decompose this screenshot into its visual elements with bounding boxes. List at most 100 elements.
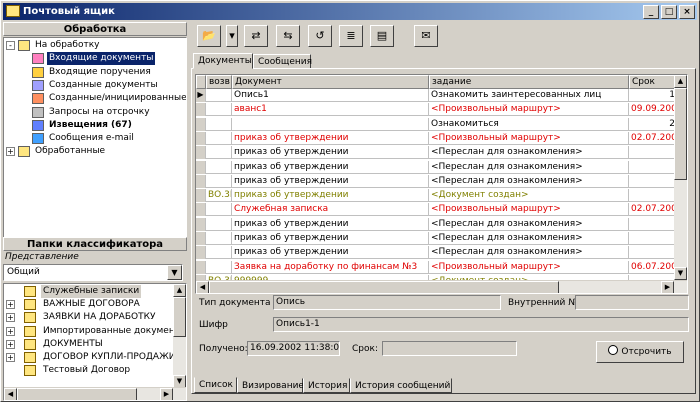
scroll-down-icon[interactable]: ▼ (674, 267, 687, 280)
row-indicator (196, 217, 206, 231)
return-cell (206, 174, 232, 188)
table-row[interactable]: ВО.3Еприказ об утверждении<Документ созд… (196, 189, 677, 203)
term-cell (629, 174, 677, 188)
expander-icon[interactable]: + (6, 326, 15, 336)
tree-item-label: На обработку (35, 40, 100, 50)
column-header[interactable]: Срок (629, 75, 677, 89)
tab-list[interactable]: Список (194, 377, 237, 393)
folder-label: ДОГОВОР КУПЛИ-ПРОДАЖИ (43, 352, 176, 362)
column-header[interactable]: задание (429, 75, 629, 89)
tab-approval[interactable]: Визирование (237, 378, 304, 393)
folder-item[interactable]: + Импортированные документы (4, 325, 186, 338)
expander-icon[interactable]: + (6, 353, 15, 362)
refresh-button[interactable]: ↺ (308, 25, 332, 47)
tree-item[interactable]: Созданные/инициированные (4, 92, 186, 105)
tree-item[interactable]: Извещения (67) (4, 119, 174, 132)
minimize-button[interactable]: _ (643, 5, 659, 19)
scroll-thumb[interactable] (17, 388, 137, 400)
folder-icon (24, 286, 36, 297)
term-label: Срок: (352, 344, 378, 354)
table-row[interactable]: Заявка на доработку по финансам №3 <Произ… (196, 260, 677, 274)
scroll-right-icon[interactable]: ▶ (661, 281, 674, 293)
documents-grid[interactable]: возв Документ задание Срок ▶ Опись1 Ознакомить… (195, 74, 688, 294)
expander-icon[interactable]: + (6, 339, 15, 349)
table-row[interactable]: приказ об утверждении <Переслан для ознак… (196, 217, 677, 231)
tree-item[interactable]: Созданные документы (4, 79, 174, 92)
tree-item[interactable]: Сообщения e-mail (4, 132, 174, 145)
document-cell: приказ об утверждении (232, 232, 429, 245)
tree-item-label: Входящие поручения (49, 66, 151, 77)
scroll-thumb[interactable] (209, 281, 559, 293)
folder-icon (24, 338, 36, 350)
tree-item[interactable]: Входящие поручения (4, 66, 174, 79)
vertical-scrollbar[interactable]: ▲ ▼ (173, 284, 186, 388)
expander-icon[interactable]: + (6, 147, 15, 157)
folder-item[interactable]: + ДОКУМЕНТЫ (4, 338, 172, 351)
tree-item[interactable]: Входящие документы (4, 51, 174, 67)
expander-icon[interactable]: + (6, 300, 15, 310)
table-row[interactable]: приказ об утверждении <Произвольный маршр… (196, 131, 677, 145)
close-button[interactable]: × (679, 5, 695, 19)
table-row[interactable]: приказ об утверждении <Переслан для ознак… (196, 246, 677, 260)
return-cell (206, 117, 232, 131)
column-header[interactable]: Документ (232, 75, 429, 89)
folder-item[interactable]: + ВАЖНЫЕ ДОГОВОРА (4, 298, 172, 311)
folder-item[interactable]: + ДОГОВОР КУПЛИ-ПРОДАЖИ (4, 351, 176, 364)
reply-button[interactable]: ⇆ (276, 25, 300, 47)
tree-item[interactable]: + Обработанные (4, 145, 174, 158)
table-row[interactable]: приказ об утверждении <Переслан для ознак… (196, 232, 677, 245)
row-indicator (196, 117, 206, 131)
maximize-button[interactable]: □ (661, 5, 677, 19)
view-select[interactable]: Общий ▼ (3, 264, 183, 281)
title-bar[interactable]: Почтовый ящик _ □ × (3, 3, 697, 20)
tab-messages[interactable]: Сообщения (253, 54, 312, 69)
scroll-thumb[interactable] (674, 88, 687, 180)
folder-item[interactable]: + ЗАЯВКИ НА ДОРАБОТКУ (4, 311, 172, 324)
table-row[interactable]: Ознакомиться 2 (196, 117, 677, 131)
return-cell (206, 146, 232, 160)
tab-message-history[interactable]: История сообщений (350, 378, 452, 393)
scroll-left-icon[interactable]: ◀ (196, 281, 209, 293)
stack-button[interactable]: ≣ (339, 25, 363, 47)
document-cell: аванс1 (232, 103, 429, 117)
classifier-header: Папки классификатора (3, 237, 187, 251)
horizontal-scrollbar[interactable]: ◀▶ (196, 280, 687, 293)
forward-button[interactable]: ⇄ (244, 25, 268, 47)
table-row[interactable]: аванс1 <Произвольный маршрут> 09.09.200 (196, 103, 677, 117)
vertical-scrollbar[interactable]: ▲ ▼ (674, 75, 687, 280)
expander-icon[interactable]: - (6, 41, 15, 50)
column-header[interactable]: возв (206, 75, 232, 89)
expander-icon[interactable]: + (6, 313, 15, 323)
folder-icon (24, 312, 36, 324)
mail-button[interactable]: ✉ (414, 25, 438, 47)
table-row[interactable]: ▶ Опись1 Ознакомить заинтересованных лиц 1 (196, 89, 677, 102)
toolbar: 📂 ▾ ⇄ ⇆ ↺ ≣ ▤ ✉ (192, 23, 492, 49)
tree-item[interactable]: Запросы на отсрочку (4, 106, 174, 119)
book-button[interactable]: ▤ (370, 25, 394, 47)
tree-item-label: Извещения (67) (49, 119, 132, 130)
scroll-up-icon[interactable]: ▲ (674, 75, 687, 88)
table-row[interactable]: приказ об утверждении <Переслан для ознак… (196, 160, 677, 174)
scroll-right-icon[interactable]: ▶ (160, 388, 173, 400)
folder-item[interactable]: Служебные записки (4, 285, 172, 298)
deferral-requests-icon (32, 106, 44, 118)
table-row[interactable]: Служебная записка <Произвольный маршрут> 0… (196, 203, 677, 217)
scroll-left-icon[interactable]: ◀ (4, 388, 17, 400)
open-document-button[interactable]: 📂 (197, 25, 221, 47)
table-row[interactable]: приказ об утверждении <Переслан для ознак… (196, 146, 677, 160)
tab-documents[interactable]: Документы (193, 53, 253, 69)
horizontal-scrollbar[interactable]: ◀▶ (4, 387, 186, 400)
tab-history[interactable]: История (303, 378, 350, 393)
tree-item[interactable]: - На обработку (4, 39, 174, 52)
scroll-thumb[interactable] (173, 297, 186, 337)
postpone-button[interactable]: Отсрочить (596, 341, 684, 363)
scroll-up-icon[interactable]: ▲ (173, 284, 186, 297)
dropdown-arrow-button[interactable]: ▾ (226, 25, 238, 47)
chevron-down-icon[interactable]: ▼ (167, 265, 182, 280)
task-cell: <Переслан для ознакомления> (429, 232, 629, 245)
right-pane: 📂 ▾ ⇄ ⇆ ↺ ≣ ▤ ✉ Документы Сообщения возв Документ… (190, 21, 698, 401)
term-cell: 2 (629, 117, 677, 131)
table-row[interactable]: приказ об утверждении <Переслан для ознак… (196, 174, 677, 188)
folder-item[interactable]: Тестовый Договор (4, 364, 172, 377)
incoming-docs-icon (32, 53, 44, 65)
